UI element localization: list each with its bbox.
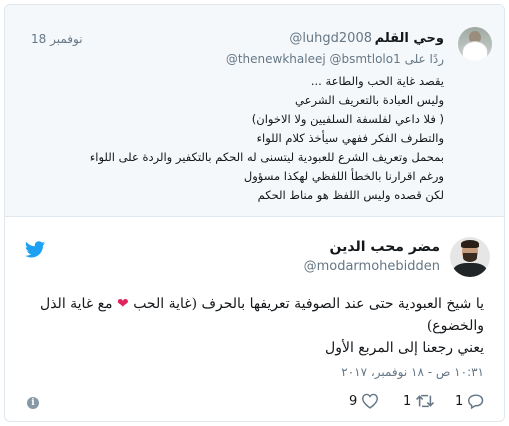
tweet-line1-start: يا شيخ العبودية حتى عند الصوفية تعريفها … — [133, 296, 484, 312]
parent-display-name[interactable]: وحي القلم — [375, 31, 444, 46]
reply-count: 1 — [455, 393, 464, 409]
replying-prefix: ردًا على — [404, 52, 444, 66]
tweet-line: يا شيخ العبودية حتى عند الصوفية تعريفها … — [16, 293, 484, 315]
parent-line: ورغم اقرارنا بالخطأ اللفظي لهكذا مسؤول — [243, 169, 444, 183]
tweet-line: يعني رجعنا إلى المربع الأول — [325, 340, 484, 356]
parent-line: وليس العبادة بالتعريف الشرعي — [295, 93, 444, 107]
tweet-actions: i 9 1 1 — [5, 389, 504, 419]
parent-line: والتطرف الفكر ففهي سيأخذ كلام اللواء — [256, 131, 444, 145]
tweet-line: والخضوع) — [426, 318, 484, 334]
main-tweet: مضر محب الدين @modarmohebidden يا شيخ ال… — [5, 217, 504, 421]
replying-handles[interactable]: thenewkhaleej @bsmtlolo1@ — [226, 52, 401, 66]
replying-to: ردًا على thenewkhaleej @bsmtlolo1@ — [226, 52, 444, 66]
tweet-embed-card: وحي القلم @luhgd2008 18 نوفمبر ردًا على … — [4, 4, 505, 422]
tweet-text: يا شيخ العبودية حتى عند الصوفية تعريفها … — [16, 293, 484, 359]
parent-handle[interactable]: @luhgd2008 — [289, 31, 372, 46]
heart-emoji-icon: ❤ — [117, 296, 129, 312]
author-avatar[interactable] — [450, 237, 490, 277]
parent-tweet-text: يقصد غاية الحب والطاعة ... وليس العبادة … — [24, 72, 444, 205]
parent-date[interactable]: 18 نوفمبر — [31, 32, 83, 46]
author-handle[interactable]: @modarmohebidden — [304, 259, 440, 274]
reply-button[interactable]: 1 — [455, 393, 485, 409]
retweet-button[interactable]: 1 — [403, 393, 435, 409]
parent-avatar[interactable] — [458, 27, 492, 61]
parent-line: يقصد غاية الحب والطاعة ... — [310, 74, 444, 88]
parent-tweet[interactable]: وحي القلم @luhgd2008 18 نوفمبر ردًا على … — [5, 5, 504, 217]
twitter-bird-icon[interactable] — [25, 241, 45, 258]
parent-line: بمحمل وتعريف الشرع للعبودية ليتسنى له ال… — [89, 150, 444, 164]
heart-icon — [362, 393, 379, 409]
info-icon[interactable]: i — [27, 397, 39, 409]
parent-line: ( فلا داعي لفلسفة السلفيين ولا الاخوان) — [251, 112, 444, 126]
tweet-line1-end: مع غاية الذل — [40, 296, 113, 312]
tweet-timestamp[interactable]: ١٠:٣١ ص - ١٨ نوفمبر، ٢٠١٧ — [341, 365, 484, 379]
like-button[interactable]: 9 — [349, 393, 379, 409]
retweet-count: 1 — [403, 393, 412, 409]
like-count: 9 — [349, 393, 358, 409]
reply-icon — [468, 394, 484, 409]
author-display-name[interactable]: مضر محب الدين — [330, 239, 441, 255]
parent-line: لكن قصده وليس اللفظ هو مناط الحكم — [257, 188, 444, 202]
retweet-icon — [416, 394, 435, 408]
